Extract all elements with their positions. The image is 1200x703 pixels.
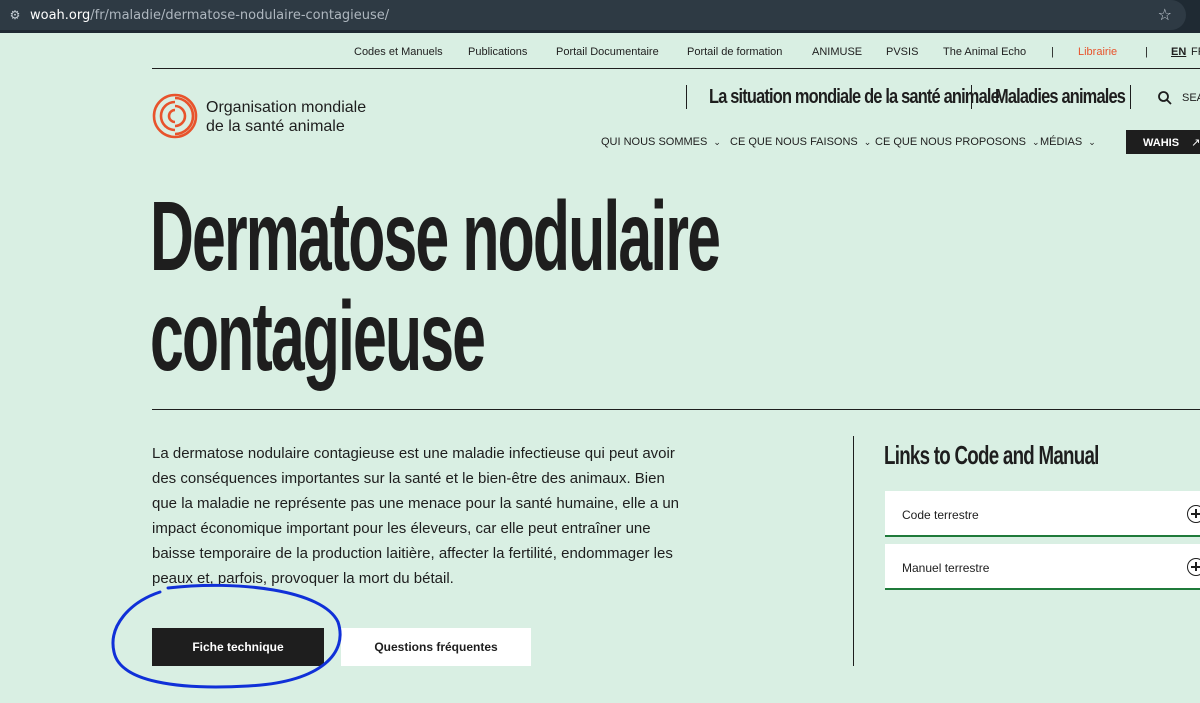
menu-ce-que-nous-proposons[interactable]: CE QUE NOUS PROPOSONS ⌄ bbox=[875, 136, 1040, 148]
divider bbox=[152, 409, 1200, 410]
divider bbox=[152, 68, 1200, 69]
accordion-code-terrestre[interactable]: Code terrestre bbox=[885, 491, 1200, 537]
organisation-name-line1: Organisation mondiale bbox=[206, 99, 367, 116]
wahis-label: WAHIS bbox=[1143, 137, 1180, 149]
util-link-publications[interactable]: Publications bbox=[468, 46, 527, 58]
chevron-down-icon: ⌄ bbox=[1031, 138, 1040, 148]
plus-circle-icon[interactable] bbox=[1187, 558, 1200, 576]
tune-icon[interactable]: ⚙ bbox=[8, 8, 22, 22]
util-link-codes[interactable]: Codes et Manuels bbox=[354, 46, 443, 58]
questions-frequentes-button[interactable]: Questions fréquentes bbox=[341, 628, 531, 666]
header-divider bbox=[971, 85, 972, 109]
header-divider bbox=[1130, 85, 1131, 109]
accordion-manuel-terrestre[interactable]: Manuel terrestre bbox=[885, 544, 1200, 590]
url-text[interactable]: woah.org/fr/maladie/dermatose-nodulaire-… bbox=[30, 8, 389, 23]
menu-label: MÉDIAS bbox=[1040, 136, 1083, 148]
situation-mondiale-link[interactable]: La situation mondiale de la santé animal… bbox=[709, 86, 1000, 109]
chevron-down-icon: ⌄ bbox=[713, 138, 721, 148]
browser-toolbar: ⚙ woah.org/fr/maladie/dermatose-nodulair… bbox=[0, 0, 1200, 33]
search-label[interactable]: SEA bbox=[1182, 92, 1200, 104]
menu-qui-nous-sommes[interactable]: QUI NOUS SOMMES ⌄ bbox=[601, 136, 721, 148]
utility-nav: Codes et Manuels Publications Portail Do… bbox=[0, 44, 1200, 62]
util-link-librairie[interactable]: Librairie bbox=[1078, 46, 1117, 58]
accordion-label: Manuel terrestre bbox=[902, 561, 990, 575]
links-panel-title: Links to Code and Manual bbox=[884, 440, 1099, 470]
util-link-portail-formation[interactable]: Portail de formation bbox=[687, 46, 782, 58]
page-title: Dermatose nodulaire contagieuse bbox=[150, 181, 721, 391]
intro-paragraph: La dermatose nodulaire contagieuse est u… bbox=[152, 445, 680, 587]
maladies-animales-link[interactable]: Maladies animales bbox=[995, 86, 1126, 109]
address-bar[interactable]: ⚙ woah.org/fr/maladie/dermatose-nodulair… bbox=[0, 0, 1186, 30]
wahis-button[interactable]: WAHIS ↗ bbox=[1126, 130, 1200, 154]
util-separator: | bbox=[1051, 46, 1054, 58]
chevron-down-icon: ⌄ bbox=[863, 138, 872, 148]
page-title-line2: contagieuse bbox=[150, 281, 486, 391]
woah-logo-icon[interactable] bbox=[152, 93, 198, 139]
util-link-portail-documentaire[interactable]: Portail Documentaire bbox=[556, 46, 659, 58]
star-icon[interactable]: ☆ bbox=[1158, 5, 1172, 24]
menu-label: CE QUE NOUS FAISONS bbox=[730, 136, 858, 148]
util-link-animal-echo[interactable]: The Animal Echo bbox=[943, 46, 1026, 58]
accordion-label: Code terrestre bbox=[902, 508, 979, 522]
fiche-technique-button[interactable]: Fiche technique bbox=[152, 628, 324, 666]
lang-en-link[interactable]: EN bbox=[1171, 46, 1186, 58]
header-divider bbox=[686, 85, 687, 109]
chevron-down-icon: ⌄ bbox=[1088, 138, 1096, 148]
external-link-icon: ↗ bbox=[1191, 136, 1200, 149]
page-title-line1: Dermatose nodulaire bbox=[150, 181, 721, 291]
util-separator: | bbox=[1145, 46, 1148, 58]
panel-divider bbox=[853, 436, 854, 666]
organisation-name-line2: de la santé animale bbox=[206, 118, 345, 135]
search-icon[interactable] bbox=[1157, 90, 1173, 106]
lang-fr-link[interactable]: FR bbox=[1191, 46, 1200, 58]
util-link-pvsis[interactable]: PVSIS bbox=[886, 46, 918, 58]
menu-label: QUI NOUS SOMMES bbox=[601, 136, 708, 148]
organisation-name[interactable]: Organisation mondiale de la santé animal… bbox=[206, 98, 366, 136]
menu-medias[interactable]: MÉDIAS ⌄ bbox=[1040, 136, 1096, 148]
util-link-animuse[interactable]: ANIMUSE bbox=[812, 46, 862, 58]
plus-circle-icon[interactable] bbox=[1187, 505, 1200, 523]
menu-label: CE QUE NOUS PROPOSONS bbox=[875, 136, 1026, 148]
menu-ce-que-nous-faisons[interactable]: CE QUE NOUS FAISONS ⌄ bbox=[730, 136, 871, 148]
